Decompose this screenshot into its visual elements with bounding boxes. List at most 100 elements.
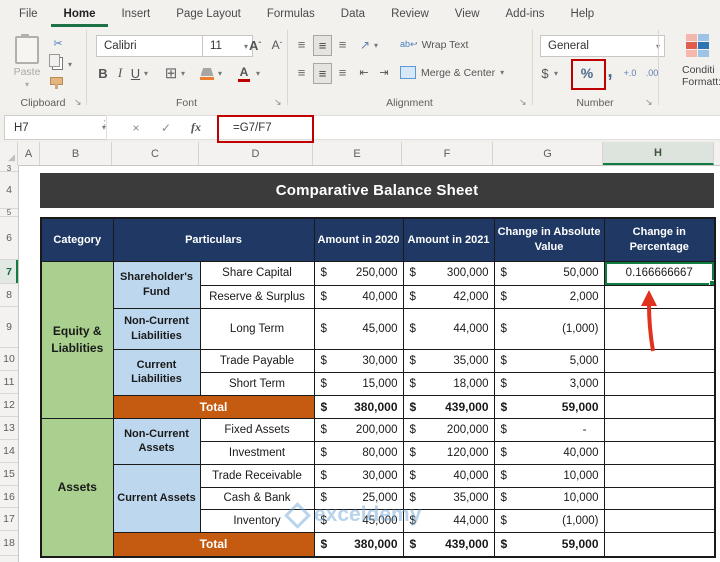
change-cell[interactable]: $(1,000) (494, 308, 604, 349)
chevron-down-icon[interactable]: ▾ (256, 69, 260, 78)
item-cell[interactable]: Short Term (200, 372, 314, 395)
borders-button[interactable]: ⊞ (162, 63, 180, 83)
header-amount-2021[interactable]: Amount in 2021 (403, 218, 494, 261)
empty-cell[interactable] (604, 441, 715, 464)
change-cell[interactable]: $- (494, 418, 604, 441)
number-dialog-launcher[interactable]: ↘ (645, 97, 653, 108)
item-cell[interactable]: Fixed Assets (200, 418, 314, 441)
cut-button[interactable]: ✂ (50, 35, 66, 51)
tab-add-ins[interactable]: Add-ins (493, 0, 558, 27)
row-header-6[interactable]: 6 (0, 217, 18, 260)
row-header-18[interactable]: 18 (0, 531, 18, 556)
amount-2021-cell[interactable]: $44,000 (403, 509, 494, 532)
empty-cell[interactable] (604, 464, 715, 487)
row-header-13[interactable]: 13 (0, 417, 18, 440)
tab-formulas[interactable]: Formulas (254, 0, 328, 27)
tab-file[interactable]: File (6, 0, 51, 27)
decrease-decimal-button[interactable]: .00 (642, 65, 662, 81)
amount-2021-cell[interactable]: $35,000 (403, 487, 494, 509)
increase-decimal-button[interactable]: +.0 (620, 65, 640, 81)
amount-2020-cell[interactable]: $30,000 (314, 349, 403, 372)
item-cell[interactable]: Trade Payable (200, 349, 314, 372)
header-amount-2020[interactable]: Amount in 2020 (314, 218, 403, 261)
align-right-button[interactable]: ≡ (334, 63, 351, 82)
font-name-combo[interactable]: Calibri ▾ (96, 35, 211, 57)
change-cell[interactable]: $59,000 (494, 395, 604, 418)
tab-view[interactable]: View (442, 0, 493, 27)
alignment-dialog-launcher[interactable]: ↘ (519, 97, 527, 108)
amount-2021-cell[interactable]: $300,000 (403, 261, 494, 285)
tab-data[interactable]: Data (328, 0, 378, 27)
align-bottom-button[interactable]: ≡ (334, 35, 351, 54)
row-header-10[interactable]: 10 (0, 348, 18, 371)
empty-cell[interactable] (604, 509, 715, 532)
row-header-12[interactable]: 12 (0, 394, 18, 417)
change-cell[interactable]: $40,000 (494, 441, 604, 464)
empty-cell[interactable] (604, 418, 715, 441)
row-header-17[interactable]: 17 (0, 508, 18, 531)
total-label-cell[interactable]: Total (113, 532, 314, 557)
empty-cell[interactable] (604, 487, 715, 509)
row-header-8[interactable]: 8 (0, 284, 18, 307)
accounting-format-button[interactable]: $ (538, 63, 552, 83)
chevron-down-icon[interactable]: ▾ (554, 69, 558, 78)
row-header-9[interactable]: 9 (0, 307, 18, 348)
merge-center-button[interactable]: Merge & Center ▾ (400, 63, 504, 82)
item-cell[interactable]: Long Term (200, 308, 314, 349)
align-middle-button[interactable]: ≡ (313, 35, 332, 56)
column-header-a[interactable]: A (18, 142, 40, 165)
amount-2021-cell[interactable]: $439,000 (403, 532, 494, 557)
column-header-f[interactable]: F (402, 142, 493, 165)
chevron-down-icon[interactable]: ▾ (144, 69, 148, 78)
change-cell[interactable]: $3,000 (494, 372, 604, 395)
number-format-combo[interactable]: General ▾ (540, 35, 665, 57)
amount-2020-cell[interactable]: $380,000 (314, 395, 403, 418)
chevron-down-icon[interactable]: ▾ (374, 41, 378, 50)
change-cell[interactable]: $10,000 (494, 464, 604, 487)
comma-style-button[interactable]: , (604, 60, 616, 84)
italic-button[interactable]: I (114, 63, 126, 83)
amount-2020-cell[interactable]: $250,000 (314, 261, 403, 285)
change-cell[interactable]: $50,000 (494, 261, 604, 285)
font-dialog-launcher[interactable]: ↘ (274, 97, 282, 108)
category-cell[interactable]: Assets (41, 418, 113, 557)
tab-insert[interactable]: Insert (108, 0, 163, 27)
decrease-font-size-button[interactable]: Aˇ (268, 35, 286, 55)
sheet-title-cell[interactable]: Comparative Balance Sheet (40, 173, 714, 208)
item-cell[interactable]: Inventory (200, 509, 314, 532)
header-category[interactable]: Category (41, 218, 113, 261)
subcategory-cell[interactable]: Current Liabilities (113, 349, 200, 395)
tab-help[interactable]: Help (558, 0, 608, 27)
row-header-4[interactable]: 4 (0, 172, 18, 209)
increase-font-size-button[interactable]: Aˆ (246, 35, 264, 55)
clipboard-dialog-launcher[interactable]: ↘ (74, 97, 82, 108)
insert-function-button[interactable]: fx (181, 120, 211, 135)
format-painter-button[interactable] (50, 77, 63, 85)
selected-cell-h7[interactable]: 0.166666667 (604, 261, 715, 285)
bold-button[interactable]: B (96, 63, 110, 83)
percent-style-button[interactable]: % (575, 63, 599, 83)
row-header-16[interactable]: 16 (0, 486, 18, 508)
fill-color-button[interactable] (198, 64, 216, 84)
amount-2021-cell[interactable]: $35,000 (403, 349, 494, 372)
font-color-button[interactable]: A (236, 63, 252, 84)
total-label-cell[interactable]: Total (113, 395, 314, 418)
copy-button[interactable] (52, 57, 63, 70)
item-cell[interactable]: Share Capital (200, 261, 314, 285)
amount-2020-cell[interactable]: $80,000 (314, 441, 403, 464)
column-header-e[interactable]: E (313, 142, 402, 165)
decrease-indent-button[interactable]: ⇤ (356, 63, 372, 82)
wrap-text-button[interactable]: ab↩ Wrap Text (400, 35, 468, 54)
paste-button[interactable]: Paste ▾ (8, 32, 46, 92)
subcategory-cell[interactable]: Current Assets (113, 464, 200, 532)
align-top-button[interactable]: ≡ (293, 35, 310, 54)
header-change-absolute[interactable]: Change in Absolute Value (494, 218, 604, 261)
empty-cell[interactable] (604, 532, 715, 557)
change-cell[interactable]: $(1,000) (494, 509, 604, 532)
subcategory-cell[interactable]: Shareholder's Fund (113, 261, 200, 308)
column-header-b[interactable]: B (40, 142, 112, 165)
item-cell[interactable]: Cash & Bank (200, 487, 314, 509)
amount-2021-cell[interactable]: $439,000 (403, 395, 494, 418)
amount-2021-cell[interactable]: $40,000 (403, 464, 494, 487)
row-header-15[interactable]: 15 (0, 463, 18, 486)
